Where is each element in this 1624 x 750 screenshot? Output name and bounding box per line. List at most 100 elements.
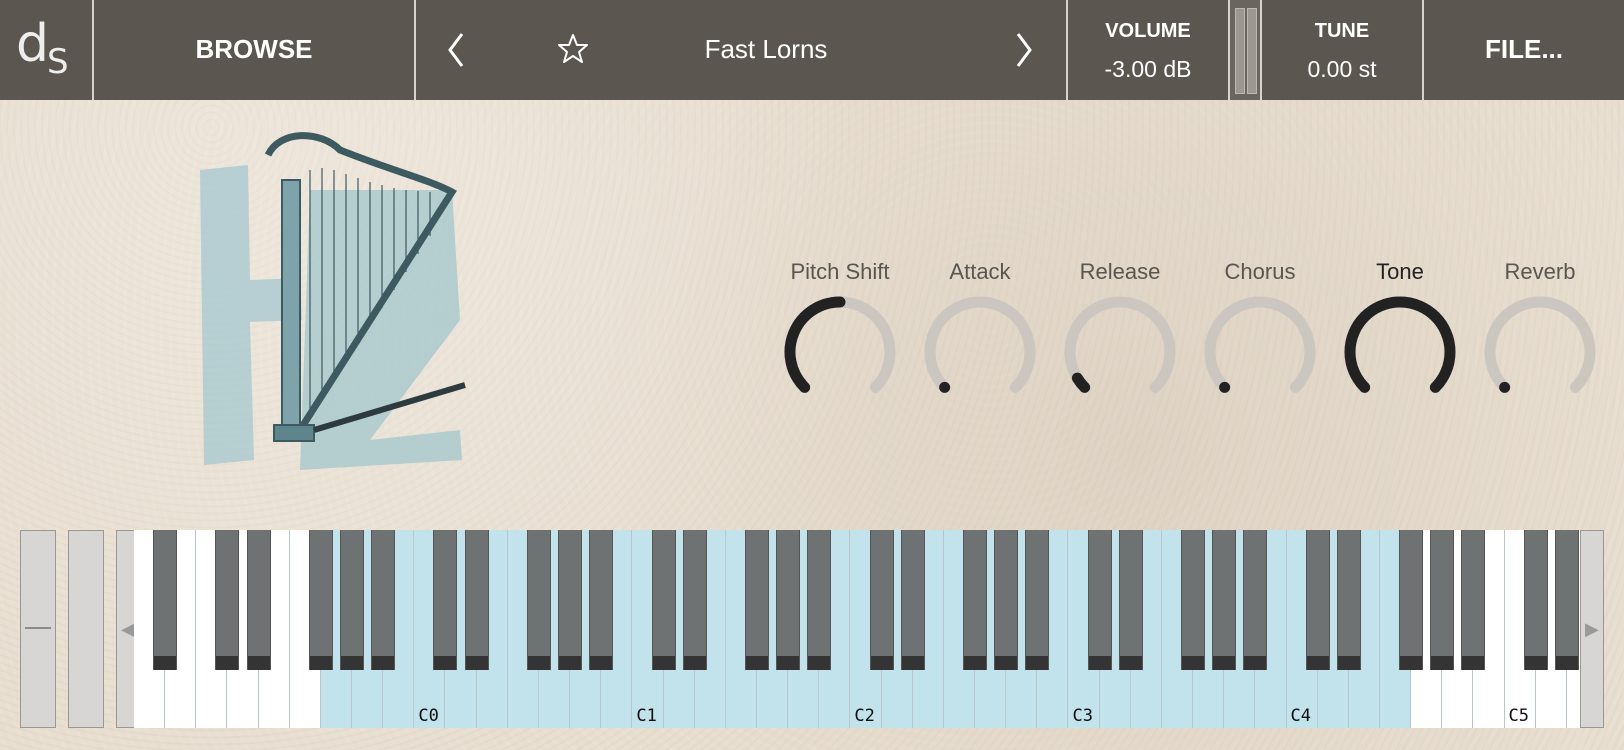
black-key-tip (1524, 656, 1547, 670)
meter-bar-left (1235, 8, 1245, 94)
octave-label: C1 (636, 706, 657, 726)
black-key-tip (1400, 656, 1423, 670)
browse-button[interactable]: BROWSE (94, 0, 416, 100)
knob-tone[interactable]: Tone (1335, 255, 1465, 415)
black-key[interactable] (1554, 530, 1579, 670)
black-key-tip (808, 656, 831, 670)
black-key[interactable] (869, 530, 894, 670)
black-key-tip (1337, 656, 1360, 670)
black-key[interactable] (1523, 530, 1548, 670)
knob-value-arc (784, 296, 846, 393)
black-key[interactable] (1181, 530, 1206, 670)
volume-control[interactable]: VOLUME -3.00 dB (1068, 0, 1230, 100)
black-key[interactable] (1243, 530, 1268, 670)
black-key[interactable] (651, 530, 676, 670)
black-key-tip (901, 656, 924, 670)
tune-value: 0.00 st (1307, 56, 1377, 82)
black-key[interactable] (464, 530, 489, 670)
black-key-tip (216, 656, 239, 670)
octave-label: C0 (418, 706, 439, 726)
logo-main: d (16, 14, 49, 74)
black-key[interactable] (1305, 530, 1330, 670)
black-key[interactable] (776, 530, 801, 670)
black-key[interactable] (215, 530, 240, 670)
knob-pitch-shift[interactable]: Pitch Shift (775, 255, 905, 415)
knob-track (1204, 296, 1316, 393)
mod-wheel-indicator (25, 627, 51, 629)
black-key[interactable] (246, 530, 271, 670)
black-key[interactable] (744, 530, 769, 670)
knob-dial[interactable] (1343, 295, 1457, 409)
knob-dial[interactable] (783, 295, 897, 409)
knob-dial[interactable] (1063, 295, 1177, 409)
black-key[interactable] (371, 530, 396, 670)
knob-label: Tone (1376, 259, 1424, 284)
black-key[interactable] (1430, 530, 1455, 670)
chevron-right-icon (1016, 33, 1032, 67)
black-key-tip (870, 656, 893, 670)
piano-keyboard[interactable]: C0 C1 C2 C3 C4 C5 (116, 530, 1598, 730)
black-key-tip (652, 656, 675, 670)
black-key[interactable] (1336, 530, 1361, 670)
black-key[interactable] (526, 530, 551, 670)
black-key-tip (1213, 656, 1236, 670)
octave-label: C5 (1508, 706, 1530, 726)
volume-title: VOLUME (1105, 20, 1191, 42)
black-key-tip (247, 656, 270, 670)
preset-name[interactable]: Fast Lorns (616, 34, 916, 65)
knob-chorus[interactable]: Chorus (1195, 255, 1325, 415)
scroll-right-button[interactable]: ▶ (1580, 530, 1604, 728)
black-key[interactable] (589, 530, 614, 670)
knob-reverb[interactable]: Reverb (1475, 255, 1605, 415)
black-key-tip (590, 656, 613, 670)
black-key[interactable] (994, 530, 1019, 670)
triangle-right-icon: ▶ (1585, 619, 1599, 639)
black-key[interactable] (1025, 530, 1050, 670)
knob-release[interactable]: Release (1055, 255, 1185, 415)
black-key[interactable] (1461, 530, 1486, 670)
black-key[interactable] (308, 530, 333, 670)
black-key-tip (1555, 656, 1578, 670)
prev-preset-button[interactable] (442, 28, 472, 72)
black-key[interactable] (682, 530, 707, 670)
tune-control[interactable]: TUNE 0.00 st (1262, 0, 1424, 100)
black-key[interactable] (153, 530, 178, 670)
knob-track (924, 296, 1036, 393)
knob-attack[interactable]: Attack (915, 255, 1045, 415)
knob-value-dot (1219, 381, 1231, 393)
black-key-tip (1462, 656, 1485, 670)
knob-track (1064, 296, 1176, 393)
file-menu-button[interactable]: FILE... (1424, 0, 1624, 100)
black-key-tip (559, 656, 582, 670)
knob-dial[interactable] (1203, 295, 1317, 409)
pitch-wheel[interactable] (68, 530, 104, 728)
knob-label: Reverb (1504, 259, 1576, 284)
black-key[interactable] (1087, 530, 1112, 670)
black-key-tip (745, 656, 768, 670)
black-key-tip (1119, 656, 1142, 670)
black-key-tip (1088, 656, 1111, 670)
black-key[interactable] (963, 530, 988, 670)
black-key[interactable] (558, 530, 583, 670)
black-key-tip (341, 656, 364, 670)
black-key[interactable] (1399, 530, 1424, 670)
black-key[interactable] (1118, 530, 1143, 670)
modulation-wheel[interactable] (20, 530, 56, 728)
black-key-tip (683, 656, 706, 670)
black-key-tip (372, 656, 395, 670)
top-bar: dS BROWSE Fast Lorns VOLUME -3.00 dB TUN… (0, 0, 1624, 100)
black-key[interactable] (1212, 530, 1237, 670)
knob-dial[interactable] (1483, 295, 1597, 409)
knob-dial[interactable] (923, 295, 1037, 409)
harp-artwork (200, 132, 466, 470)
next-preset-button[interactable] (1008, 28, 1038, 72)
black-key-tip (154, 656, 177, 670)
black-key[interactable] (340, 530, 365, 670)
octave-label: C3 (1072, 706, 1093, 726)
favorite-button[interactable] (556, 32, 590, 66)
black-key-tip (434, 656, 457, 670)
black-key[interactable] (807, 530, 832, 670)
black-key[interactable] (900, 530, 925, 670)
preset-selector: Fast Lorns (416, 0, 1068, 100)
black-key[interactable] (433, 530, 458, 670)
